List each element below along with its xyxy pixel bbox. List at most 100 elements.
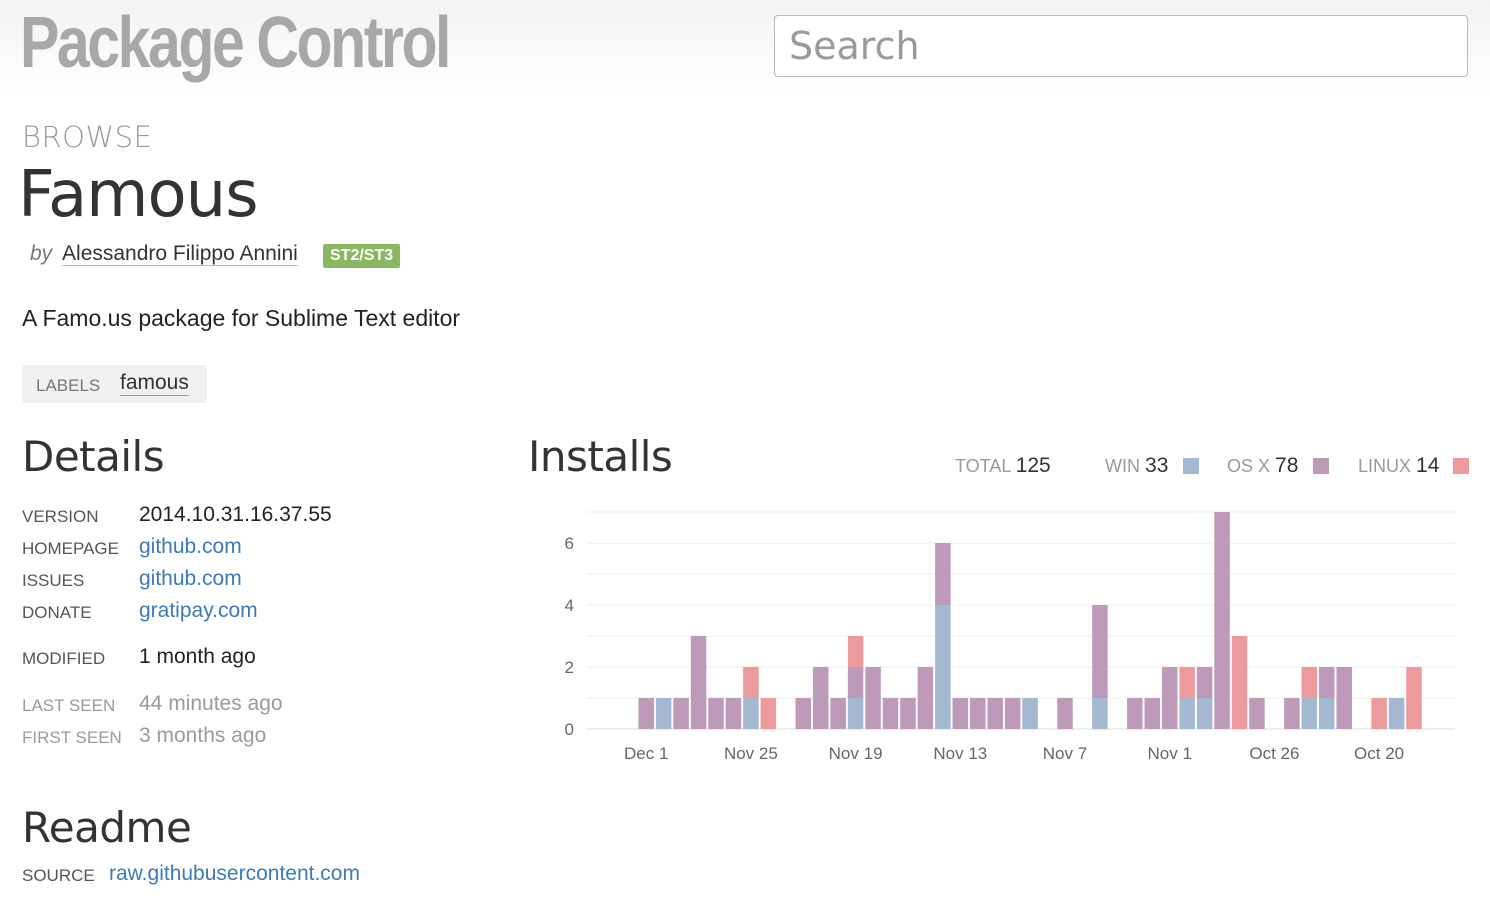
- y-tick-label: 2: [565, 658, 574, 677]
- last-seen-key: LAST SEEN: [22, 696, 116, 715]
- bar-osx-13: [847, 667, 864, 698]
- bar-osx-16: [900, 698, 916, 729]
- total-label: TOTAL: [955, 456, 1011, 476]
- modified-key: MODIFIED: [22, 649, 106, 668]
- bar-win-2: [655, 698, 672, 729]
- legend-linux: LINUX 14: [1358, 454, 1439, 478]
- win-swatch: [1183, 458, 1199, 474]
- x-tick-label: Nov 13: [933, 744, 987, 763]
- installs-total: TOTAL 125: [955, 454, 1051, 478]
- by-label: by: [30, 242, 53, 265]
- installs-heading: Installs: [528, 432, 673, 481]
- bar-osx-40: [1319, 667, 1335, 698]
- readme-heading: Readme: [22, 803, 192, 852]
- bar-win-39: [1301, 698, 1318, 729]
- bar-linux-32: [1179, 667, 1195, 698]
- bar-win-27: [1092, 698, 1108, 729]
- bar-linux-39: [1301, 667, 1318, 698]
- bar-osx-10: [795, 698, 811, 729]
- win-label: WIN: [1105, 456, 1140, 476]
- bar-osx-27: [1092, 605, 1108, 698]
- bar-osx-38: [1284, 698, 1300, 729]
- bar-linux-7: [743, 667, 759, 698]
- issues-link[interactable]: github.com: [139, 567, 242, 591]
- y-tick-label: 0: [565, 720, 574, 739]
- installs-chart: 0 2 4 6 Dec 1 Nov 25 Nov 19 Nov 13 Nov 7 Nov 1 Oct…: [565, 511, 1455, 763]
- total-value: 125: [1015, 454, 1051, 477]
- x-tick-label: Nov 25: [724, 744, 778, 763]
- bar-osx-34: [1214, 512, 1230, 729]
- bar-linux-35: [1231, 636, 1248, 729]
- bar-win-23: [1022, 698, 1038, 729]
- first-seen-key: FIRST SEEN: [22, 728, 122, 747]
- bar-osx-14: [865, 667, 881, 729]
- osx-label: OS X: [1227, 456, 1271, 476]
- bar-osx-5: [708, 698, 724, 729]
- x-tick-label: Oct 26: [1249, 744, 1299, 763]
- linux-swatch: [1453, 458, 1469, 474]
- package-description: A Famo.us package for Sublime Text edito…: [22, 305, 461, 331]
- bar-osx-41: [1336, 667, 1352, 729]
- search-input[interactable]: [774, 15, 1468, 77]
- bar-osx-22: [1004, 698, 1021, 729]
- x-tick-label: Nov 19: [829, 744, 883, 763]
- version-key: VERSION: [22, 507, 99, 526]
- bar-win-18: [935, 605, 951, 729]
- label-link-famous[interactable]: famous: [120, 371, 189, 396]
- donate-link[interactable]: gratipay.com: [139, 599, 258, 623]
- osx-swatch: [1313, 458, 1329, 474]
- legend-win: WIN 33: [1105, 454, 1168, 478]
- bar-osx-4: [690, 636, 707, 729]
- bar-osx-15: [882, 698, 899, 729]
- win-value: 33: [1145, 454, 1169, 477]
- x-tick-label: Nov 1: [1147, 744, 1191, 763]
- y-tick-label: 6: [565, 534, 574, 553]
- bar-osx-20: [970, 698, 986, 729]
- readme-source-link[interactable]: raw.githubusercontent.com: [109, 862, 360, 886]
- y-tick-label: 4: [565, 596, 574, 615]
- author-link[interactable]: Alessandro Filippo Annini: [62, 242, 298, 266]
- bar-osx-3: [673, 698, 689, 729]
- bar-osx-33: [1196, 667, 1213, 698]
- bar-osx-29: [1127, 698, 1143, 729]
- bar-win-32: [1179, 698, 1195, 729]
- bar-win-7: [743, 698, 759, 729]
- linux-value: 14: [1416, 454, 1440, 477]
- linux-label: LINUX: [1358, 456, 1412, 476]
- bar-osx-30: [1144, 698, 1160, 729]
- bar-osx-36: [1249, 698, 1265, 729]
- bar-linux-13: [847, 636, 864, 667]
- bar-osx-12: [830, 698, 846, 729]
- modified-value: 1 month ago: [139, 645, 256, 668]
- bar-win-33: [1196, 698, 1213, 729]
- x-tick-label: Nov 7: [1043, 744, 1087, 763]
- site-logo[interactable]: Package Control: [20, 2, 451, 84]
- header-bar: Package Control: [0, 0, 1490, 96]
- bar-win-44: [1388, 698, 1405, 729]
- bar-osx-18: [935, 543, 951, 605]
- legend-osx: OS X 78: [1227, 454, 1298, 478]
- bar-osx-21: [987, 698, 1003, 729]
- bar-osx-1: [638, 698, 654, 729]
- bar-linux-8: [760, 698, 777, 729]
- readme-source-key: SOURCE: [22, 866, 95, 885]
- bar-linux-45: [1406, 667, 1422, 729]
- x-tick-label: Dec 1: [624, 744, 668, 763]
- bar-osx-31: [1161, 667, 1178, 729]
- osx-value: 78: [1275, 454, 1299, 477]
- package-title: Famous: [18, 158, 259, 232]
- homepage-link[interactable]: github.com: [139, 535, 242, 559]
- first-seen-value: 3 months ago: [139, 724, 267, 747]
- bar-osx-6: [725, 698, 742, 729]
- compat-badge: ST2/ST3: [323, 244, 401, 268]
- browse-breadcrumb[interactable]: BROWSE: [22, 120, 152, 154]
- homepage-key: HOMEPAGE: [22, 539, 119, 558]
- bar-osx-19: [952, 698, 969, 729]
- bar-osx-17: [917, 667, 934, 729]
- byline: by Alessandro Filippo Annini: [30, 242, 298, 266]
- labels-box: LABELS famous: [22, 365, 207, 403]
- donate-key: DONATE: [22, 603, 92, 622]
- labels-caption: LABELS: [36, 376, 101, 395]
- details-heading: Details: [22, 432, 165, 481]
- bar-linux-43: [1371, 698, 1387, 729]
